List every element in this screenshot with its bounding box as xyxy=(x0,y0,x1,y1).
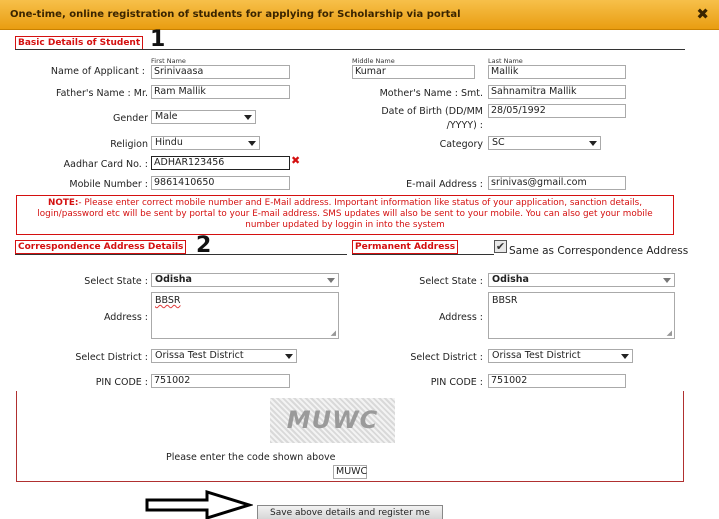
chevron-down-icon xyxy=(663,278,671,283)
chevron-down-icon xyxy=(327,278,335,283)
captcha-prompt: Please enter the code shown above xyxy=(166,452,336,463)
corr-pin-label: PIN CODE : xyxy=(95,377,148,388)
captcha-input[interactable]: MUWC xyxy=(333,465,367,479)
corr-address-value: BBSR xyxy=(155,295,181,306)
resize-grip-icon[interactable]: ◢ xyxy=(667,329,672,337)
chevron-down-icon xyxy=(248,141,256,146)
mother-name-label: Mother's Name : Smt. xyxy=(379,88,483,99)
arrow-right-icon xyxy=(145,490,253,519)
permanent-divider xyxy=(352,254,494,255)
chevron-down-icon xyxy=(621,354,629,359)
corr-state-value: Odisha xyxy=(155,274,192,285)
gender-label: Gender xyxy=(112,113,148,124)
perm-address-label: Address : xyxy=(438,312,483,323)
gender-select[interactable]: Male xyxy=(151,110,256,124)
mobile-label: Mobile Number : xyxy=(69,179,148,190)
category-value: SC xyxy=(492,137,505,148)
corr-state-select[interactable]: Odisha xyxy=(151,273,339,287)
corr-address-label: Address : xyxy=(103,312,148,323)
aadhar-label: Aadhar Card No. : xyxy=(63,159,148,170)
father-name-input[interactable]: Ram Mallik xyxy=(151,85,290,99)
first-name-caption: First Name xyxy=(151,57,186,65)
applicant-name-label: Name of Applicant : xyxy=(50,66,145,77)
chevron-down-icon xyxy=(285,354,293,359)
category-label: Category xyxy=(439,139,483,150)
corr-district-select[interactable]: Orissa Test District xyxy=(151,349,297,363)
last-name-input[interactable]: Mallik xyxy=(488,65,626,79)
corr-district-value: Orissa Test District xyxy=(155,350,244,361)
perm-address-textarea[interactable]: BBSR ◢ xyxy=(488,292,675,339)
religion-label: Religion xyxy=(110,139,148,150)
middle-name-caption: Middle Name xyxy=(352,57,395,65)
last-name-caption: Last Name xyxy=(488,57,523,65)
basic-details-heading: Basic Details of Student xyxy=(15,36,144,50)
perm-district-select[interactable]: Orissa Test District xyxy=(488,349,633,363)
aadhar-input[interactable]: ADHAR123456 xyxy=(151,156,290,170)
perm-district-value: Orissa Test District xyxy=(492,350,581,361)
category-select[interactable]: SC xyxy=(488,136,601,150)
note-text: - Please enter correct mobile number and… xyxy=(37,198,653,230)
note-box: NOTE:- Please enter correct mobile numbe… xyxy=(16,195,674,235)
dialog-title: One-time, online registration of student… xyxy=(10,9,461,20)
perm-state-value: Odisha xyxy=(492,274,529,285)
corr-state-label: Select State : xyxy=(84,276,148,287)
first-name-input[interactable]: Srinivaasa xyxy=(151,65,290,79)
dob-label-line2: /YYYY) : xyxy=(446,120,483,131)
perm-district-label: Select District : xyxy=(410,352,483,363)
perm-pin-input[interactable]: 751002 xyxy=(488,374,626,388)
perm-address-value: BBSR xyxy=(492,295,518,306)
father-name-label: Father's Name : Mr. xyxy=(55,88,148,99)
same-as-label: Same as Correspondence Address xyxy=(509,245,689,257)
chevron-down-icon xyxy=(589,141,597,146)
middle-name-input[interactable]: Kumar xyxy=(352,65,475,79)
chevron-down-icon xyxy=(244,115,252,120)
corr-address-textarea[interactable]: BBSR ◢ xyxy=(151,292,339,339)
resize-grip-icon[interactable]: ◢ xyxy=(331,329,336,337)
captcha-image: MUWC xyxy=(270,398,395,443)
note-prefix: NOTE: xyxy=(48,198,79,208)
religion-select[interactable]: Hindu xyxy=(151,136,260,150)
email-label: E-mail Address : xyxy=(406,179,483,190)
corr-district-label: Select District : xyxy=(75,352,148,363)
dob-label-line1: Date of Birth (DD/MM xyxy=(381,106,483,117)
perm-state-select[interactable]: Odisha xyxy=(488,273,675,287)
error-x-icon: ✖ xyxy=(291,154,301,167)
dob-input[interactable]: 28/05/1992 xyxy=(488,104,626,118)
perm-pin-label: PIN CODE : xyxy=(430,377,483,388)
dialog-title-bar: One-time, online registration of student… xyxy=(0,0,719,30)
permanent-heading: Permanent Address xyxy=(352,240,459,254)
section-divider xyxy=(15,49,685,50)
religion-value: Hindu xyxy=(155,137,183,148)
correspondence-divider xyxy=(15,254,347,255)
corr-pin-input[interactable]: 751002 xyxy=(151,374,290,388)
gender-value: Male xyxy=(155,111,178,122)
mobile-input[interactable]: 9861410650 xyxy=(151,176,290,190)
same-as-checkbox[interactable]: ✔ xyxy=(494,240,507,253)
close-icon[interactable]: ✖ xyxy=(696,5,709,23)
email-input[interactable]: srinivas@gmail.com xyxy=(488,176,626,190)
correspondence-heading: Correspondence Address Details xyxy=(15,240,187,254)
perm-state-label: Select State : xyxy=(419,276,483,287)
save-register-button[interactable]: Save above details and register me xyxy=(257,505,443,519)
mother-name-input[interactable]: Sahnamitra Mallik xyxy=(488,85,626,99)
